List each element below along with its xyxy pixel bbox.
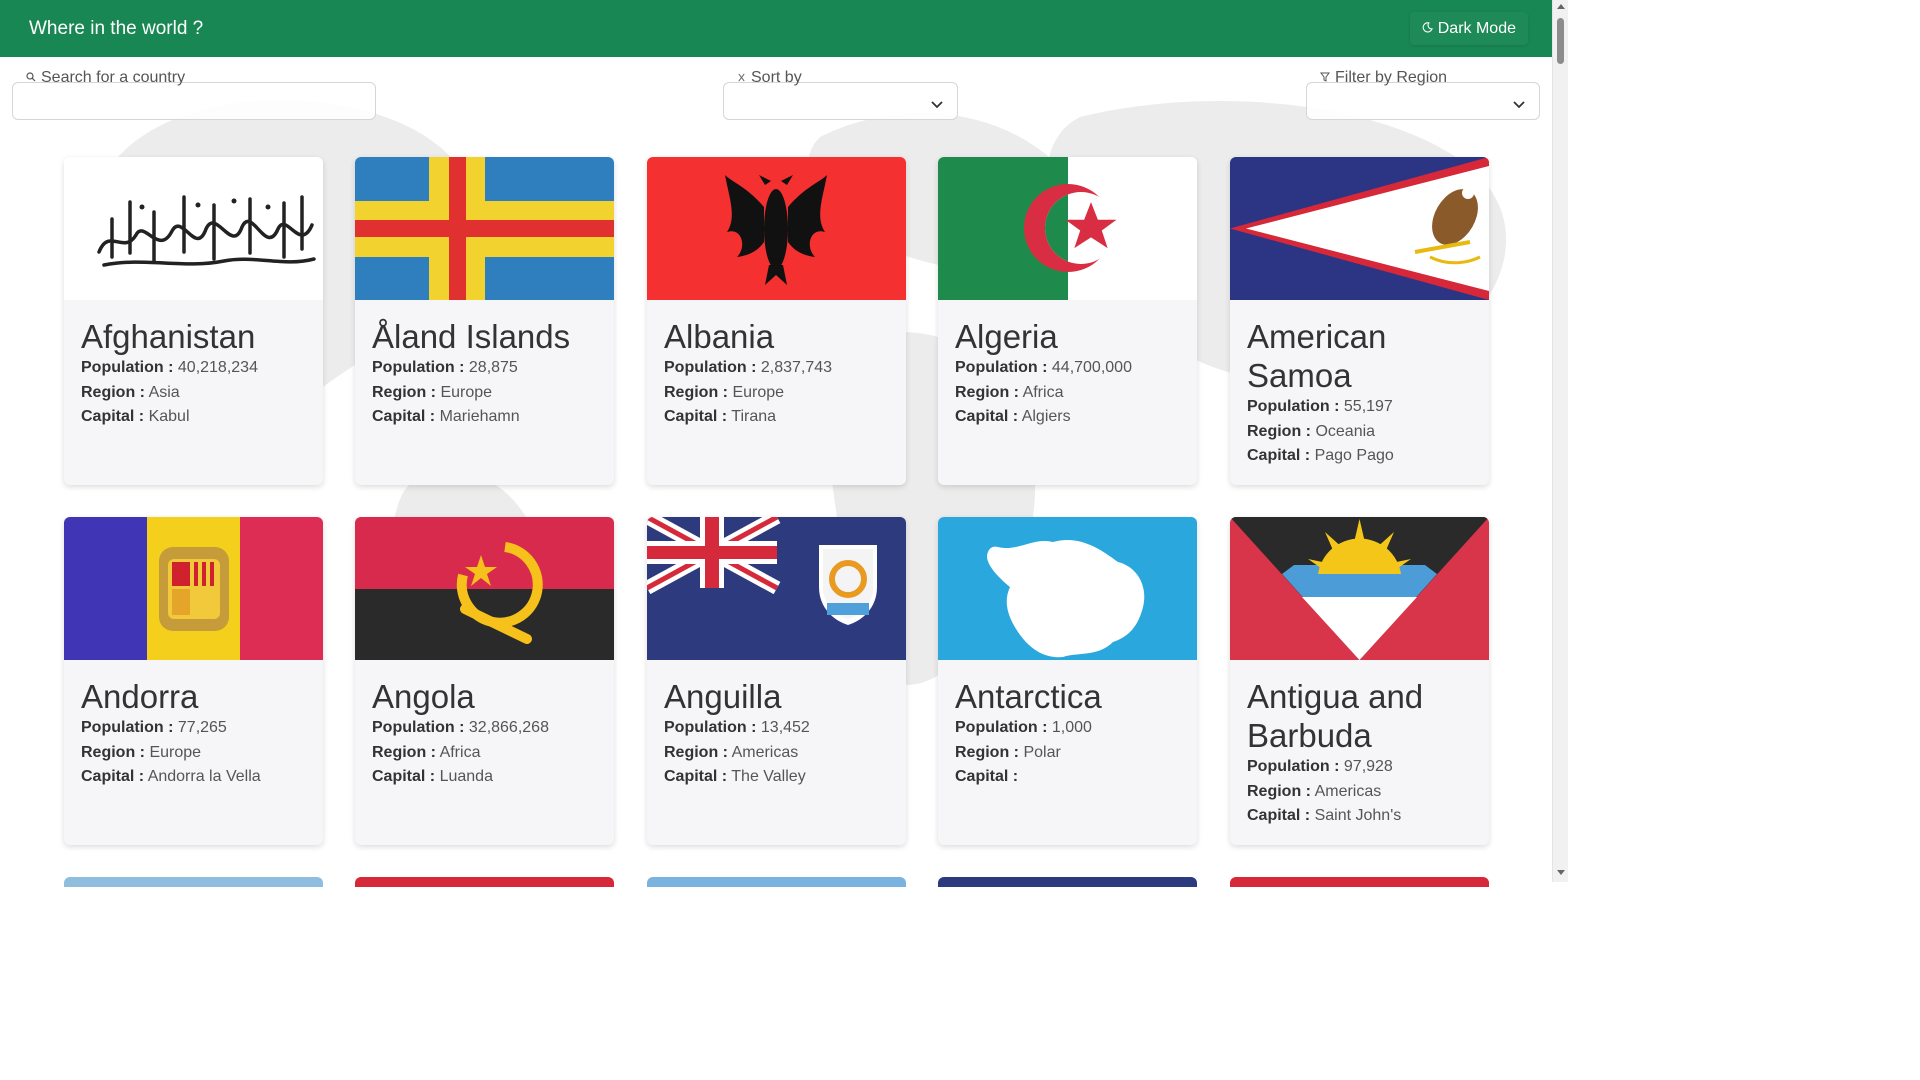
region-row: Region : Europe bbox=[372, 383, 493, 401]
country-name: Antarctica bbox=[955, 678, 1102, 715]
country-card[interactable]: Albania Population : 2,837,743 Region : … bbox=[647, 157, 906, 485]
country-name: Afghanistan bbox=[81, 318, 256, 355]
flag-angola bbox=[355, 517, 614, 660]
population-row: Population : 32,866,268 bbox=[372, 719, 549, 736]
flag-anguilla bbox=[647, 517, 906, 660]
scroll-thumb[interactable] bbox=[1557, 18, 1564, 64]
population-row: Population : 2,837,743 bbox=[664, 359, 833, 376]
flag-antarctica bbox=[938, 517, 1197, 660]
flag-andorra bbox=[64, 517, 323, 660]
filter-label: Filter by Region bbox=[1320, 69, 1447, 87]
search-label: Search for a country bbox=[26, 69, 185, 87]
population-row: Population : 13,452 bbox=[664, 719, 810, 736]
country-card[interactable]: Antigua and Barbuda Population : 97,928 … bbox=[1230, 517, 1489, 845]
country-card[interactable]: Algeria Population : 44,700,000 Region :… bbox=[938, 157, 1197, 485]
capital-row: Capital : Andorra la Vella bbox=[81, 768, 261, 785]
sort-field: Sort by bbox=[723, 57, 958, 122]
moon-icon bbox=[1422, 20, 1433, 38]
controls-bar: Search for a country Sort by Filter by R… bbox=[0, 57, 1552, 147]
country-name: Algeria bbox=[955, 318, 1058, 355]
dark-mode-button[interactable]: Dark Mode bbox=[1409, 12, 1528, 45]
flag-aland-islands bbox=[355, 157, 614, 300]
population-row: Population : 40,218,234 bbox=[81, 359, 258, 376]
country-card[interactable]: American Samoa Population : 55,197 Regio… bbox=[1230, 157, 1489, 485]
page-scrollbar[interactable] bbox=[1552, 0, 1568, 882]
region-row: Region : Europe bbox=[664, 383, 785, 401]
country-card[interactable]: Angola Population : 32,866,268 Region : … bbox=[355, 517, 614, 845]
country-name: Åland Islands bbox=[372, 318, 571, 355]
capital-row: Capital : Luanda bbox=[372, 768, 493, 785]
dark-mode-label: Dark Mode bbox=[1437, 19, 1516, 37]
chevron-down-icon bbox=[1513, 94, 1525, 113]
population-row: Population : 44,700,000 bbox=[955, 359, 1132, 376]
flag-american-samoa bbox=[1230, 157, 1489, 300]
flag-afghanistan bbox=[64, 157, 323, 300]
region-row: Region : Americas bbox=[1247, 782, 1382, 800]
scroll-down-arrow-icon[interactable] bbox=[1557, 870, 1565, 875]
country-card-partial[interactable] bbox=[355, 877, 614, 887]
search-input[interactable] bbox=[13, 83, 375, 119]
sort-select[interactable] bbox=[723, 82, 958, 120]
country-name: Andorra bbox=[81, 678, 199, 715]
capital-row: Capital : Saint John's bbox=[1247, 807, 1402, 824]
country-name: Antigua and Barbuda bbox=[1247, 678, 1424, 754]
population-row: Population : 1,000 bbox=[955, 719, 1092, 736]
search-label-text: Search for a country bbox=[41, 69, 186, 86]
capital-row: Capital : Kabul bbox=[81, 408, 190, 425]
chevron-down-icon bbox=[931, 94, 943, 113]
flag-albania bbox=[647, 157, 906, 300]
country-card[interactable]: Anguilla Population : 13,452 Region : Am… bbox=[647, 517, 906, 845]
capital-row: Capital : bbox=[955, 768, 1019, 785]
region-row: Region : Americas bbox=[664, 743, 799, 761]
country-card-partial[interactable] bbox=[64, 877, 323, 887]
population-row: Population : 97,928 bbox=[1247, 758, 1393, 775]
country-card[interactable]: Antarctica Population : 1,000 Region : P… bbox=[938, 517, 1197, 845]
search-field: Search for a country bbox=[12, 57, 376, 122]
flag-antigua-and-barbuda bbox=[1230, 517, 1489, 660]
scroll-up-arrow-icon[interactable] bbox=[1557, 4, 1565, 9]
country-name: Anguilla bbox=[664, 678, 782, 715]
capital-row: Capital : Mariehamn bbox=[372, 408, 520, 425]
country-card[interactable]: Andorra Population : 77,265 Region : Eur… bbox=[64, 517, 323, 845]
country-card[interactable]: Åland Islands Population : 28,875 Region… bbox=[355, 157, 614, 485]
flag-algeria bbox=[938, 157, 1197, 300]
population-row: Population : 28,875 bbox=[372, 359, 518, 376]
sort-label-text: Sort by bbox=[751, 69, 802, 86]
region-row: Region : Africa bbox=[372, 743, 481, 761]
region-select[interactable] bbox=[1306, 82, 1540, 120]
sort-icon bbox=[737, 69, 746, 87]
funnel-icon bbox=[1320, 69, 1330, 87]
search-icon bbox=[26, 69, 36, 87]
country-card-partial[interactable] bbox=[1230, 877, 1489, 887]
region-row: Region : Polar bbox=[955, 743, 1061, 761]
capital-row: Capital : Algiers bbox=[955, 408, 1071, 425]
region-row: Region : Europe bbox=[81, 743, 202, 761]
capital-row: Capital : Pago Pago bbox=[1247, 447, 1394, 464]
filter-field: Filter by Region bbox=[1306, 57, 1540, 122]
country-card-partial[interactable] bbox=[647, 877, 906, 887]
country-card-partial[interactable] bbox=[938, 877, 1197, 887]
search-box[interactable] bbox=[12, 82, 376, 120]
region-row: Region : Africa bbox=[955, 383, 1064, 401]
navbar: Where in the world ? Dark Mode bbox=[0, 0, 1552, 57]
country-name: Albania bbox=[664, 318, 775, 355]
capital-row: Capital : The Valley bbox=[664, 768, 806, 785]
region-row: Region : Oceania bbox=[1247, 422, 1376, 440]
country-name: American Samoa bbox=[1247, 318, 1387, 394]
population-row: Population : 55,197 bbox=[1247, 398, 1393, 415]
app-title[interactable]: Where in the world ? bbox=[29, 18, 203, 40]
country-card[interactable]: Afghanistan Population : 40,218,234 Regi… bbox=[64, 157, 323, 485]
region-row: Region : Asia bbox=[81, 383, 180, 401]
population-row: Population : 77,265 bbox=[81, 719, 227, 736]
sort-label: Sort by bbox=[737, 69, 802, 87]
country-name: Angola bbox=[372, 678, 475, 715]
filter-label-text: Filter by Region bbox=[1335, 69, 1448, 86]
capital-row: Capital : Tirana bbox=[664, 408, 777, 425]
